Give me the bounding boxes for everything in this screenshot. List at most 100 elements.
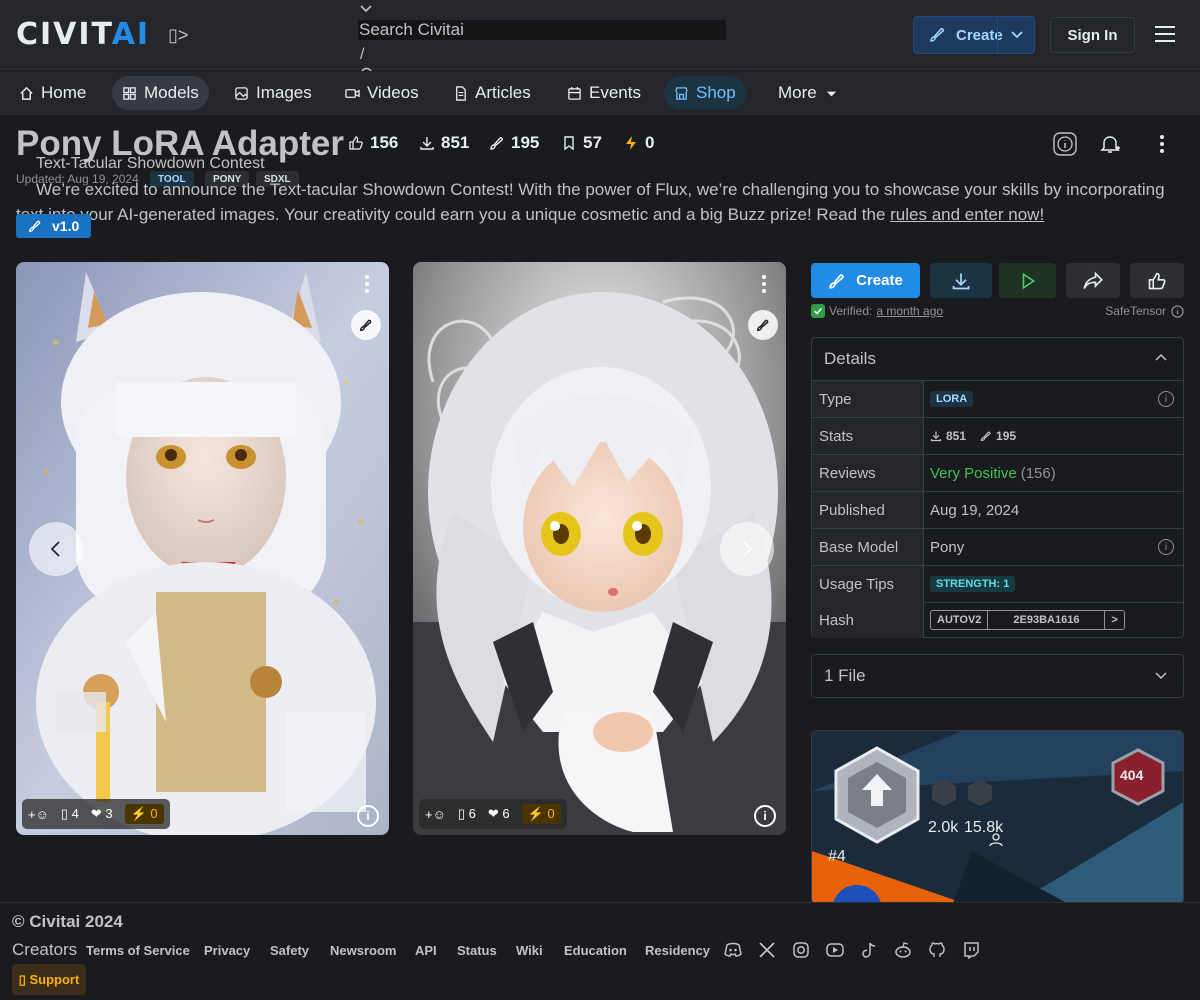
details-key: Stats: [812, 418, 924, 454]
brush-icon: [930, 28, 944, 42]
footer-link-status[interactable]: Status: [457, 943, 497, 958]
share-button[interactable]: [1066, 263, 1120, 298]
reaction-bar: +☺ ▯ 6 ❤ 6 ⚡ 0: [419, 799, 567, 829]
nav-item-models[interactable]: Models: [112, 76, 209, 110]
top-header: CIVITAI ▯> Search Civitai / Create Sign …: [0, 0, 1200, 83]
footer-link-api[interactable]: API: [415, 943, 437, 958]
nav-item-home[interactable]: Home: [9, 76, 96, 110]
footer-link-wiki[interactable]: Wiki: [516, 943, 543, 958]
comment-count[interactable]: ▯ 4: [61, 806, 79, 822]
twitch-icon[interactable]: [962, 941, 980, 959]
contest-rules-link[interactable]: rules and enter now!: [890, 205, 1044, 224]
add-reaction-button[interactable]: +☺: [425, 807, 446, 822]
info-icon[interactable]: [1052, 131, 1078, 157]
thumbs-up-icon: [1148, 272, 1166, 289]
heart-count[interactable]: ❤ 3: [91, 806, 113, 822]
search-input[interactable]: Search Civitai: [358, 20, 726, 40]
nav-item-more[interactable]: More: [768, 76, 849, 110]
info-icon[interactable]: i: [1158, 539, 1174, 555]
chevron-down-icon[interactable]: [360, 2, 372, 16]
footer: © Civitai 2024 Creators Terms of Service…: [0, 902, 1200, 1000]
hex-slot-icon: [932, 780, 992, 806]
x-twitter-icon[interactable]: [758, 941, 776, 959]
verified-status: Verified: a month ago: [811, 304, 943, 318]
footer-link-terms[interactable]: Terms of Service: [86, 943, 190, 958]
reviews-rating-link[interactable]: Very Positive: [930, 465, 1017, 482]
hash-field[interactable]: AUTOV2 2E93BA1616 >: [930, 610, 1125, 630]
reviews-count: (156): [1020, 464, 1056, 482]
nav-item-events[interactable]: Events: [557, 76, 651, 110]
info-icon[interactable]: i: [754, 805, 776, 827]
document-icon: [456, 85, 466, 101]
base-model-value: Pony: [930, 538, 965, 556]
hash-algo[interactable]: AUTOV2: [931, 611, 987, 629]
nav-item-articles[interactable]: Articles: [443, 76, 541, 110]
civitai-logo[interactable]: CIVITAI: [16, 19, 150, 51]
files-accordion[interactable]: 1 File: [811, 654, 1184, 698]
strength-badge: STRENGTH: 1: [930, 576, 1016, 592]
heart-count[interactable]: ❤ 6: [488, 806, 510, 822]
bell-plus-icon[interactable]: [1097, 131, 1123, 157]
stats-downloads: 851: [946, 429, 967, 443]
footer-link-newsroom[interactable]: Newsroom: [330, 943, 396, 958]
nav-item-images[interactable]: Images: [224, 76, 322, 110]
stat-bookmarks-value: 57: [583, 133, 602, 152]
info-icon[interactable]: i: [1158, 391, 1174, 407]
carousel-next-button[interactable]: [720, 522, 774, 576]
contest-announcement: We’re excited to announce the Text-tacul…: [16, 177, 1186, 227]
details-row-hash: Hash AUTOV2 2E93BA1616 >: [812, 602, 1183, 639]
remix-brush-icon[interactable]: [748, 310, 778, 340]
brush-icon: [829, 273, 844, 289]
safetensor-label: SafeTensor: [1105, 304, 1184, 318]
hash-value[interactable]: 2E93BA1616: [987, 611, 1106, 629]
nav-item-shop[interactable]: Shop: [664, 76, 746, 110]
support-button[interactable]: ▯ Support: [12, 964, 86, 995]
youtube-icon[interactable]: [826, 941, 844, 959]
tiktok-icon[interactable]: [860, 941, 878, 959]
copyright: © Civitai 2024: [12, 912, 123, 931]
stat-buzz: 0: [623, 133, 654, 153]
info-icon[interactable]: i: [357, 805, 379, 827]
create-button[interactable]: Create: [913, 16, 1035, 54]
remix-brush-icon[interactable]: [351, 310, 381, 340]
info-icon[interactable]: [1171, 304, 1184, 318]
more-vertical-icon[interactable]: [357, 274, 377, 294]
hash-next-button[interactable]: >: [1105, 611, 1123, 629]
footer-link-residency[interactable]: Residency: [645, 943, 710, 958]
more-vertical-icon[interactable]: [1149, 131, 1175, 157]
nav-item-label: Events: [589, 83, 641, 102]
github-icon[interactable]: [928, 941, 946, 959]
creator-card[interactable]: 404 2.0k 15.8k #4: [811, 730, 1184, 905]
play-icon: [1022, 272, 1035, 289]
sign-in-button[interactable]: Sign In: [1050, 17, 1135, 53]
instagram-icon[interactable]: [792, 941, 810, 959]
carousel-prev-button[interactable]: [29, 522, 83, 576]
home-icon: [20, 86, 33, 100]
buzz-tip[interactable]: ⚡ 0: [124, 804, 164, 824]
brush-icon: [490, 137, 503, 150]
version-button[interactable]: v1.0: [16, 214, 91, 238]
nav-item-videos[interactable]: Videos: [335, 76, 429, 110]
comment-count[interactable]: ▯ 6: [458, 806, 476, 822]
logo-arrow[interactable]: ▯>: [168, 25, 188, 46]
play-button[interactable]: [999, 263, 1056, 298]
shield-check-icon: [811, 304, 825, 318]
buzz-tip[interactable]: ⚡ 0: [521, 804, 561, 824]
model-create-button[interactable]: Create: [811, 263, 920, 298]
details-key: Reviews: [812, 455, 924, 491]
verified-time-link[interactable]: a month ago: [876, 304, 943, 318]
footer-link-privacy[interactable]: Privacy: [204, 943, 250, 958]
details-header[interactable]: Details: [812, 338, 1183, 381]
footer-creators-link[interactable]: Creators: [12, 940, 77, 960]
download-button[interactable]: [930, 263, 992, 298]
more-vertical-icon[interactable]: [754, 274, 774, 294]
menu-icon[interactable]: [1155, 26, 1175, 44]
reddit-icon[interactable]: [894, 941, 912, 959]
footer-link-safety[interactable]: Safety: [270, 943, 309, 958]
chevron-down-icon[interactable]: [1010, 26, 1024, 44]
discord-icon[interactable]: [724, 941, 742, 959]
like-button[interactable]: [1130, 263, 1184, 298]
footer-link-education[interactable]: Education: [564, 943, 627, 958]
add-reaction-button[interactable]: +☺: [28, 807, 49, 822]
video-icon: [345, 88, 360, 98]
